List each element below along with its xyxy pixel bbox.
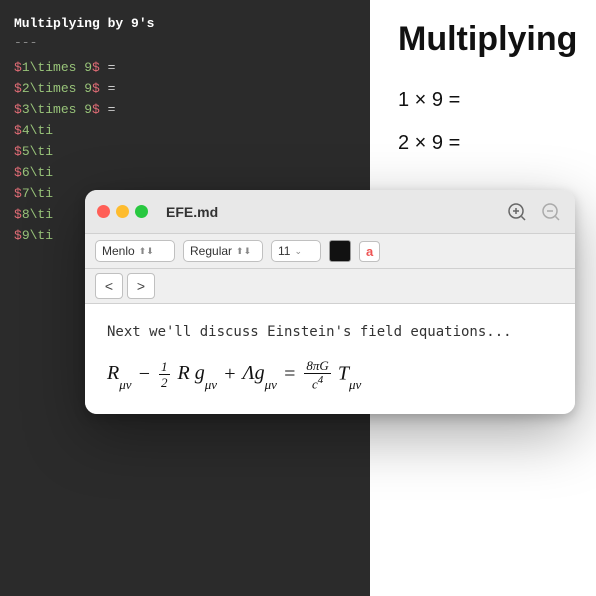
formula-lambda: Λgμν: [243, 362, 277, 388]
color-picker[interactable]: [329, 240, 351, 262]
math-formula: Rμν − 1 2 R gμν + Λgμν = 8πG c4 Tμν: [107, 359, 553, 390]
toolbar-icons: [505, 200, 563, 224]
code-line-2: $2\times 9$ =: [14, 81, 356, 96]
font-selector[interactable]: Menlo ⬆⬇: [95, 240, 175, 262]
formula-R: Rμν: [107, 362, 132, 388]
preview-title: Multiplying: [398, 20, 568, 59]
style-chevron-icon: ⬆⬇: [236, 246, 251, 257]
nav-bar: < >: [85, 269, 575, 304]
preview-math-1: 1 × 9 =: [398, 89, 568, 112]
floating-window: EFE.md Menlo ⬆⬇: [85, 190, 575, 414]
formula-rhs: 8πG c4 Tμν: [302, 359, 361, 390]
font-name: Menlo: [102, 244, 135, 258]
size-selector[interactable]: 11 ⌄: [271, 240, 321, 262]
preview-math-2: 2 × 9 =: [398, 132, 568, 155]
style-name: Regular: [190, 244, 232, 258]
window-title: EFE.md: [166, 204, 497, 220]
style-selector[interactable]: Regular ⬆⬇: [183, 240, 263, 262]
format-bar: Menlo ⬆⬇ Regular ⬆⬇ 11 ⌄ a: [85, 234, 575, 269]
nav-forward-icon: >: [137, 278, 145, 294]
antialiasing-button[interactable]: a: [359, 241, 380, 262]
code-line-3: $3\times 9$ =: [14, 102, 356, 117]
size-chevron-icon: ⌄: [294, 246, 302, 257]
formula-plus: +: [223, 363, 237, 386]
formula-Rg: R gμν: [178, 362, 218, 388]
code-line-5: $5\ti: [14, 144, 356, 159]
title-bar: EFE.md: [85, 190, 575, 234]
content-text: Next we'll discuss Einstein's field equa…: [107, 322, 553, 343]
font-chevron-icon: ⬆⬇: [139, 246, 154, 257]
nav-back-button[interactable]: <: [95, 273, 123, 299]
traffic-lights: [97, 205, 148, 218]
formula-half: 1 2: [159, 360, 170, 389]
formula-minus: −: [138, 363, 152, 386]
code-line-4: $4\ti: [14, 123, 356, 138]
size-value: 11: [278, 244, 290, 258]
minimize-button[interactable]: [116, 205, 129, 218]
code-line-6: $6\ti: [14, 165, 356, 180]
formula-equals: =: [283, 363, 297, 386]
code-line-1: $1\times 9$ =: [14, 60, 356, 75]
zoom-in-icon[interactable]: [505, 200, 529, 224]
left-panel-divider: ---: [14, 35, 356, 50]
maximize-button[interactable]: [135, 205, 148, 218]
window-content: Next we'll discuss Einstein's field equa…: [85, 304, 575, 414]
left-panel-title: Multiplying by 9's: [14, 16, 356, 31]
nav-forward-button[interactable]: >: [127, 273, 155, 299]
close-button[interactable]: [97, 205, 110, 218]
zoom-out-icon[interactable]: [539, 200, 563, 224]
nav-back-icon: <: [105, 278, 113, 294]
